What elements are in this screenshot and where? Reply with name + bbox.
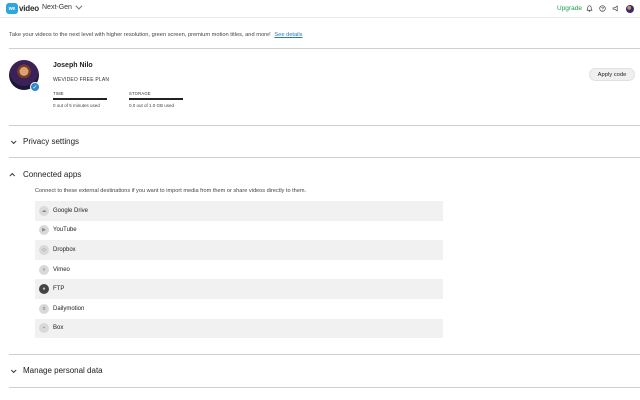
divider bbox=[9, 387, 640, 388]
vimeo-icon: v bbox=[39, 264, 49, 275]
chevron-up-icon bbox=[9, 172, 16, 179]
box-icon: ▪ bbox=[39, 323, 49, 334]
divider bbox=[9, 125, 640, 126]
connected-apps-description: Connect to these external destinations i… bbox=[35, 188, 307, 194]
privacy-settings-title: Privacy settings bbox=[23, 137, 80, 146]
manage-personal-data-toggle[interactable]: Manage personal data bbox=[9, 366, 103, 375]
app-label: Vimeo bbox=[53, 266, 70, 273]
user-avatar[interactable] bbox=[626, 5, 634, 13]
app-youtube[interactable]: ▶ YouTube bbox=[35, 221, 443, 241]
storage-label: STORAGE bbox=[129, 91, 151, 96]
app-label: Google Drive bbox=[53, 207, 89, 214]
app-dropbox[interactable]: ◇ Dropbox bbox=[35, 240, 443, 260]
chevron-down-icon bbox=[10, 366, 17, 373]
storage-usage-text: 0.0 out of 1.0 GB used bbox=[129, 103, 175, 108]
logo-badge: we bbox=[6, 3, 18, 14]
dailymotion-icon: d bbox=[39, 303, 49, 314]
plan-name: WEVIDEO FREE PLAN bbox=[53, 77, 110, 83]
manage-personal-data-title: Manage personal data bbox=[23, 366, 103, 375]
time-usage-bar bbox=[53, 98, 107, 100]
app-label: Box bbox=[53, 325, 64, 332]
app-label: Dailymotion bbox=[53, 305, 85, 312]
divider bbox=[9, 157, 640, 158]
promo-text: Take your videos to the next level with … bbox=[9, 32, 271, 38]
top-bar: we video Next-Gen Upgrade bbox=[0, 0, 640, 18]
privacy-settings-toggle[interactable]: Privacy settings bbox=[9, 137, 79, 146]
app-box[interactable]: ▪ Box bbox=[35, 318, 443, 339]
apply-code-button[interactable]: Apply code bbox=[589, 68, 635, 81]
time-label: TIME bbox=[53, 91, 64, 96]
app-dailymotion[interactable]: d Dailymotion bbox=[35, 299, 443, 319]
app-vimeo[interactable]: v Vimeo bbox=[35, 260, 443, 280]
workspace-selector[interactable]: Next-Gen bbox=[42, 2, 83, 11]
divider bbox=[9, 48, 640, 49]
storage-usage-bar bbox=[129, 98, 183, 100]
app-label: FTP bbox=[53, 286, 65, 293]
check-badge-icon: ✓ bbox=[30, 82, 40, 92]
ftp-icon: ● bbox=[39, 284, 49, 295]
workspace-name: Next-Gen bbox=[42, 4, 72, 11]
app-google-drive[interactable]: ☁ Google Drive bbox=[35, 201, 443, 221]
logo-text: video bbox=[19, 4, 39, 13]
connected-apps-title: Connected apps bbox=[23, 170, 82, 179]
help-icon[interactable] bbox=[599, 5, 606, 12]
dropbox-icon: ◇ bbox=[39, 244, 49, 255]
promo-banner: Take your videos to the next level with … bbox=[9, 32, 303, 38]
app-ftp[interactable]: ● FTP bbox=[35, 279, 443, 299]
time-usage-text: 0 out of 5 minutes used bbox=[53, 103, 100, 108]
app-label: YouTube bbox=[53, 227, 77, 234]
connected-apps-list: ☁ Google Drive ▶ YouTube ◇ Dropbox v Vim… bbox=[35, 201, 443, 339]
profile-name: Joseph Nilo bbox=[53, 62, 93, 69]
see-details-link[interactable]: See details bbox=[274, 32, 302, 38]
chevron-down-icon bbox=[10, 137, 17, 144]
play-icon: ▶ bbox=[39, 225, 49, 236]
wevideo-logo[interactable]: we video bbox=[6, 3, 39, 14]
notifications-icon[interactable] bbox=[612, 5, 619, 12]
app-label: Dropbox bbox=[53, 246, 76, 253]
divider bbox=[9, 354, 640, 355]
bell-icon[interactable] bbox=[586, 5, 593, 12]
cloud-icon: ☁ bbox=[39, 205, 49, 216]
connected-apps-toggle[interactable]: Connected apps bbox=[9, 170, 81, 179]
upgrade-link[interactable]: Upgrade bbox=[557, 5, 582, 12]
chevron-down-icon bbox=[75, 2, 83, 10]
